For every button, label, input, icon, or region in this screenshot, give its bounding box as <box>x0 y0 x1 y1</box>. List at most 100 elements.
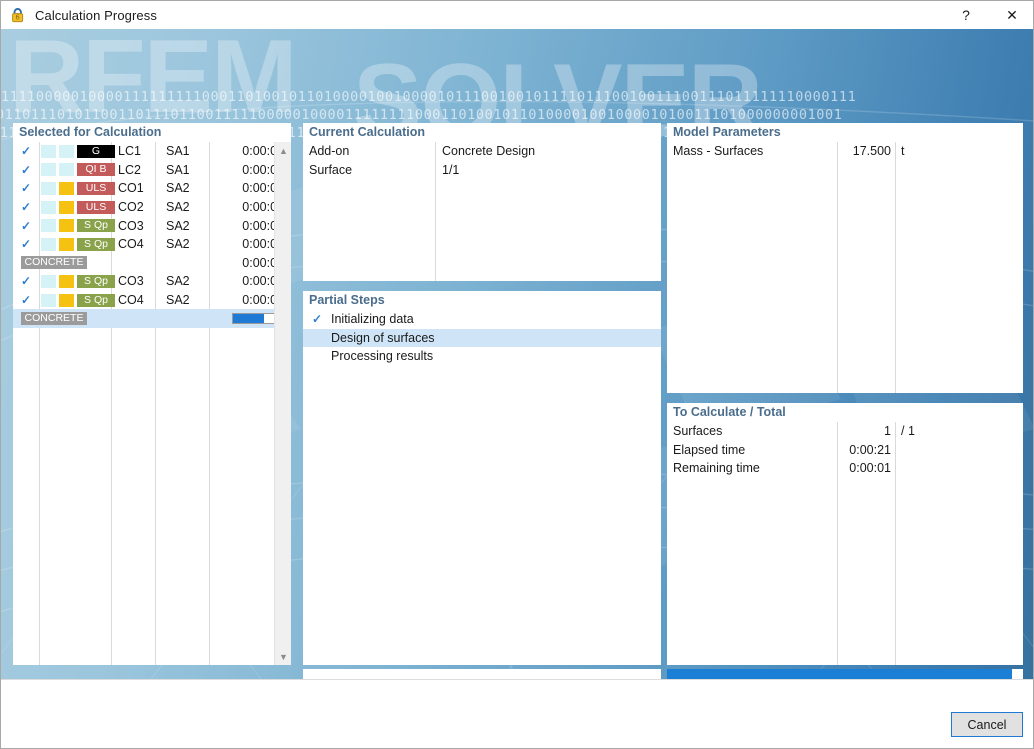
row-analysis: SA2 <box>166 237 190 252</box>
color-swatch <box>41 144 56 158</box>
row-badge-cell: ULS <box>39 181 115 195</box>
row-check-icon[interactable]: ✓ <box>13 144 39 158</box>
parameter-label: Add-on <box>309 144 350 159</box>
table-row[interactable]: ✓ ULS CO1 SA2 0:00:02 <box>13 179 291 198</box>
row-check-icon[interactable]: ✓ <box>13 163 39 177</box>
title-bar: 6 Calculation Progress ? ✕ <box>1 1 1033 29</box>
scroll-down-icon[interactable]: ▼ <box>275 648 291 665</box>
parameter-value: 1 <box>884 424 891 439</box>
help-button[interactable]: ? <box>943 1 989 29</box>
parameter-row: Elapsed time 0:00:21 <box>667 441 1023 460</box>
row-type-badge: ULS <box>77 200 115 214</box>
current-calculation-title: Current Calculation <box>303 123 661 142</box>
row-badge-cell: CONCRETE <box>21 256 113 270</box>
parameter-value: Concrete Design <box>442 144 536 159</box>
step-label: Design of surfaces <box>331 330 435 345</box>
row-badge-cell: S Qp <box>39 219 115 233</box>
list-item[interactable]: Processing results <box>303 347 661 366</box>
table-row[interactable]: ✓ ULS CO2 SA2 0:00:05 <box>13 198 291 217</box>
row-load-case: CO3 <box>118 218 144 233</box>
row-badge-cell: S Qp <box>39 274 115 288</box>
color-swatch <box>59 237 74 251</box>
close-button[interactable]: ✕ <box>989 1 1033 29</box>
step-check-icon: ✓ <box>311 312 323 327</box>
selected-for-calculation-panel: Selected for Calculation ✓ G LC1 SA1 0:00:05… <box>13 123 291 665</box>
parameter-row: Surface 1/1 <box>303 161 661 180</box>
row-analysis: SA1 <box>166 162 190 177</box>
window-title: Calculation Progress <box>35 7 157 23</box>
row-type-badge: G <box>77 144 115 158</box>
row-analysis: SA2 <box>166 181 190 196</box>
banner-bits-row-2: 1001011011101011001101110110011111000001… <box>1 107 843 123</box>
row-check-icon[interactable]: ✓ <box>13 274 39 288</box>
color-swatch <box>41 163 56 177</box>
partial-steps-list[interactable]: ✓ Initializing data Design of surfaces Proc… <box>303 310 661 665</box>
row-badge-cell: QI B <box>39 163 115 177</box>
table-row[interactable]: ✓ S Qp CO3 SA2 0:00:02 <box>13 272 291 291</box>
row-check-icon[interactable]: ✓ <box>13 181 39 195</box>
color-swatch <box>59 219 74 233</box>
model-parameters-title: Model Parameters <box>667 123 1023 142</box>
row-check-icon[interactable]: ✓ <box>13 237 39 251</box>
row-analysis: SA2 <box>166 200 190 215</box>
selected-for-calculation-title: Selected for Calculation <box>13 123 291 142</box>
row-type-badge: ULS <box>77 181 115 195</box>
parameter-row: Surfaces 1/ 1 <box>667 422 1023 441</box>
parameter-unit: / 1 <box>901 424 915 439</box>
list-item[interactable]: Design of surfaces <box>303 328 661 348</box>
parameter-value: 0:00:01 <box>849 461 891 476</box>
banner-bits-row-1: 1111000001000011111111100011010010110100… <box>1 89 857 105</box>
color-swatch <box>59 293 74 307</box>
color-swatch <box>59 200 74 214</box>
parameter-value: 1/1 <box>442 162 460 177</box>
row-load-case: CO3 <box>118 274 144 289</box>
row-load-case: CO4 <box>118 237 144 252</box>
row-load-case: CO2 <box>118 200 144 215</box>
parameter-row: Remaining time 0:00:01 <box>667 459 1023 478</box>
parameter-value: 17.500 <box>852 144 891 159</box>
table-row[interactable]: ✓ S Qp CO4 SA2 0:00:03 <box>13 291 291 310</box>
row-check-icon[interactable]: ✓ <box>13 219 39 233</box>
parameter-row: Add-on Concrete Design <box>303 142 661 161</box>
row-check-icon[interactable]: ✓ <box>13 200 39 214</box>
parameter-value: 0:00:21 <box>849 442 891 457</box>
table-row[interactable]: ✓ S Qp CO3 SA2 0:00:03 <box>13 216 291 235</box>
scroll-up-icon[interactable]: ▲ <box>275 142 291 159</box>
list-item[interactable]: ✓ Initializing data <box>303 310 661 329</box>
table-row[interactable]: ✓ G LC1 SA1 0:00:05 <box>13 142 291 161</box>
row-analysis: SA1 <box>166 144 190 159</box>
table-row[interactable]: CONCRETE <box>13 309 291 328</box>
row-load-case: LC1 <box>118 144 141 159</box>
row-badge-cell: G <box>39 144 115 158</box>
list-scrollbar[interactable]: ▲ ▼ <box>274 142 291 665</box>
row-check-icon[interactable]: ✓ <box>13 293 39 307</box>
color-swatch <box>59 274 74 288</box>
table-row[interactable]: ✓CONCRETE0:00:00 <box>13 254 291 273</box>
row-type-badge: S Qp <box>77 237 115 251</box>
table-row[interactable]: ✓ QI B LC2 SA1 0:00:05 <box>13 161 291 180</box>
row-badge-cell: ULS <box>39 200 115 214</box>
row-analysis: SA2 <box>166 293 190 308</box>
color-swatch <box>41 274 56 288</box>
partial-steps-panel: Partial Steps ✓ Initializing data Design o… <box>303 291 661 665</box>
color-swatch <box>41 293 56 307</box>
row-badge-cell: S Qp <box>39 293 115 307</box>
table-row[interactable]: ✓ S Qp CO4 SA2 0:00:05 <box>13 235 291 254</box>
row-type-badge: QI B <box>77 163 115 177</box>
row-badge-cell: CONCRETE <box>21 312 113 326</box>
row-load-case: CO1 <box>118 181 144 196</box>
color-swatch <box>59 144 74 158</box>
model-parameters-panel: Model Parameters Mass - Surfaces 17.500 t <box>667 123 1023 393</box>
cancel-button[interactable]: Cancel <box>951 712 1023 737</box>
svg-text:6: 6 <box>15 14 20 22</box>
step-label: Processing results <box>331 349 434 364</box>
calculation-list[interactable]: ✓ G LC1 SA1 0:00:05 ✓ QI B LC2 SA1 0:00:05 ✓ ULS CO1… <box>13 142 291 665</box>
row-load-case: CO4 <box>118 293 144 308</box>
to-calculate-total-panel: To Calculate / Total Surfaces 1/ 1 Elapsed… <box>667 403 1023 665</box>
dialog-footer: Cancel <box>1 679 1033 748</box>
partial-steps-title: Partial Steps <box>303 291 661 310</box>
color-swatch <box>59 181 74 195</box>
parameter-label: Surface <box>309 162 353 177</box>
row-load-case: LC2 <box>118 162 141 177</box>
row-type-badge: CONCRETE <box>21 312 87 326</box>
